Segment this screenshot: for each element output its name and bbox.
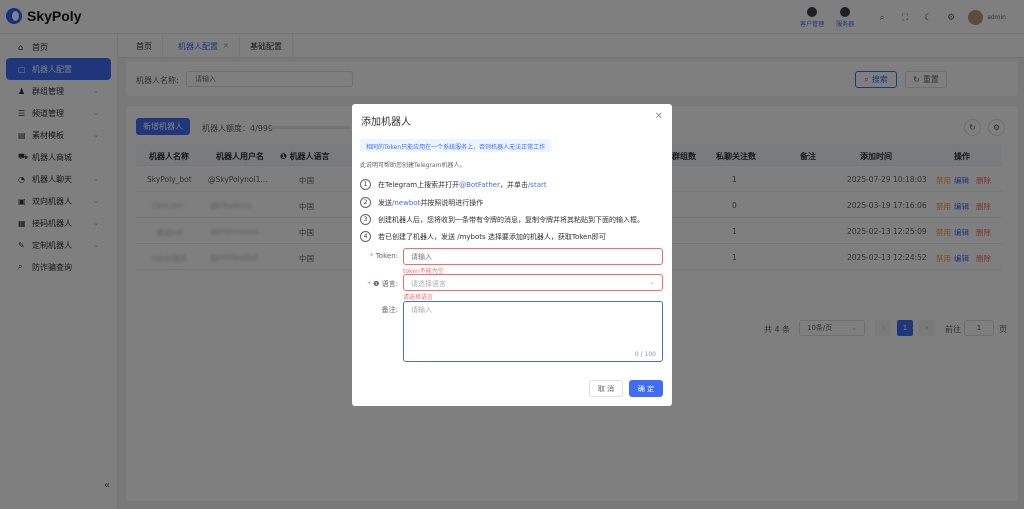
language-select[interactable]: 请选择语言 ⌄ [403,274,663,291]
cancel-button[interactable]: 取 消 [589,380,623,397]
language-label: * ❶ 语言: [367,280,398,288]
token-label-text: Token: [375,252,398,260]
add-robot-dialog: 添加机器人 ✕ 相同的Token只能应用在一个系统服务上，否则机器人无法正常工作… [352,104,672,406]
step-number: 4 [360,231,371,242]
step-text: 创建机器人后，您将收到一条带有令牌的消息，复制令牌并将其粘贴到下面的输入框。 [378,215,644,224]
remark-placeholder: 请输入 [411,306,432,314]
token-warning-alert: 相同的Token只能应用在一个系统服务上，否则机器人无法正常工作 [360,139,552,152]
step-text: 并按照说明进行操作 [420,198,484,207]
close-icon[interactable]: ✕ [655,111,663,122]
confirm-button[interactable]: 确 定 [629,380,663,397]
chevron-down-icon: ⌄ [649,278,655,286]
step-text: ，并单击 [499,180,528,189]
instruction-step: 2 发送 /newbot 并按照说明进行操作 [360,196,483,209]
remark-textarea[interactable]: 请输入 0 / 100 [403,301,663,362]
language-label-text: 语言: [381,280,398,288]
dialog-title: 添加机器人 [361,117,411,128]
language-placeholder: 请选择语言 [411,280,446,288]
remark-label: 备注: [381,306,398,314]
remark-char-count: 0 / 100 [634,351,656,358]
botfather-link[interactable]: @BotFather [459,181,500,189]
step-text: 若已创建了机器人，发送 /mybots 选择要添加的机器人，获取Token即可 [378,232,606,241]
token-input[interactable] [403,248,663,265]
instruction-step: 4 若已创建了机器人，发送 /mybots 选择要添加的机器人，获取Token即… [360,230,606,243]
instruction-step: 1 在Telegram上搜索并打开 @BotFather ，并单击 /start [360,178,547,191]
step-number: 1 [360,179,371,190]
step-number: 3 [360,214,371,225]
info-icon: ❶ [373,280,382,288]
step-text: 在Telegram上搜索并打开 [378,180,460,189]
newbot-command-link[interactable]: /newbot [392,199,420,207]
step-text: 发送 [378,198,392,207]
step-number: 2 [360,197,371,208]
language-error: 请选择语言 [403,294,434,301]
instruction-step: 3 创建机器人后，您将收到一条带有令牌的消息，复制令牌并将其粘贴到下面的输入框。 [360,213,644,226]
dialog-intro: 此说明可帮助您创建Telegram机器人。 [360,162,466,169]
token-label: * Token: [369,252,398,260]
start-command-link[interactable]: /start [528,181,547,189]
